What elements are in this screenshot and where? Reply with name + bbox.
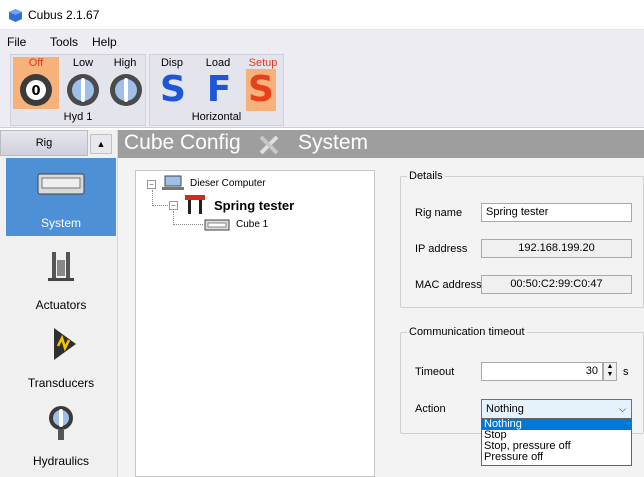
- timeout-unit: s: [623, 366, 629, 378]
- load-label: Load: [205, 57, 231, 69]
- timeout-stepper[interactable]: ▲ ▼: [603, 362, 617, 381]
- cube-icon: [9, 9, 22, 22]
- collapse-rig-icon[interactable]: −: [169, 201, 178, 210]
- computer-icon: [162, 175, 184, 190]
- menu-tools[interactable]: Tools: [50, 35, 78, 49]
- high-label: High: [113, 57, 137, 69]
- tools-icon: [259, 135, 279, 155]
- option-pressure-off[interactable]: Pressure off: [482, 452, 631, 463]
- low-label: Low: [72, 57, 94, 69]
- page-header: Cube Config System: [118, 130, 644, 158]
- ip-address-field: 192.168.199.20: [481, 239, 632, 258]
- nav-item-actuators[interactable]: Actuators: [6, 240, 116, 318]
- tree-connector: [173, 211, 203, 225]
- timeout-input[interactable]: 30: [481, 362, 603, 381]
- setup-label: Setup: [248, 57, 278, 69]
- details-legend: Details: [409, 170, 443, 182]
- load-mode-button[interactable]: F: [204, 69, 234, 111]
- window-title: Cubus 2.1.67: [28, 8, 100, 22]
- collapse-arrow-icon[interactable]: ▲: [90, 134, 112, 154]
- toolbar: Off Low High 0 Hyd 1 Disp Load Setup S F…: [0, 52, 644, 128]
- collapse-root-icon[interactable]: −: [147, 180, 156, 189]
- hyd-high-knob-icon[interactable]: [109, 73, 143, 107]
- tree-node-computer[interactable]: Dieser Computer: [190, 178, 266, 189]
- nav-item-hydraulics[interactable]: Hydraulics: [6, 396, 116, 474]
- section-title: System: [298, 131, 369, 154]
- action-label: Action: [415, 403, 446, 415]
- setup-mode-button[interactable]: S: [246, 69, 276, 111]
- hyd-low-knob-icon[interactable]: [66, 73, 100, 107]
- rig-tree: − Dieser Computer − Spring tester Cube 1: [135, 170, 375, 477]
- tree-node-cube[interactable]: Cube 1: [236, 219, 268, 230]
- nav-label-actuators: Actuators: [35, 298, 87, 312]
- tree-node-rig[interactable]: Spring tester: [214, 198, 294, 213]
- menu-bar: File Tools Help: [0, 30, 644, 52]
- nav-label-hydraulics: Hydraulics: [32, 454, 89, 468]
- actuator-icon: [48, 252, 74, 281]
- nav-label-system: System: [40, 216, 81, 230]
- cube-device-icon: [204, 219, 230, 231]
- ip-address-label: IP address: [415, 243, 468, 255]
- off-label: Off: [28, 57, 44, 69]
- hyd-group: Off Low High 0 Hyd 1: [10, 54, 146, 126]
- transducer-icon: [54, 328, 76, 360]
- nav-item-system[interactable]: System: [6, 158, 116, 236]
- action-select-value: Nothing: [486, 403, 524, 415]
- comm-timeout-legend: Communication timeout: [409, 326, 525, 338]
- disp-label: Disp: [160, 57, 183, 69]
- menu-file[interactable]: File: [7, 35, 26, 49]
- hydraulics-icon: [49, 406, 73, 440]
- rig-button[interactable]: Rig: [0, 130, 88, 156]
- tree-connector: [152, 190, 170, 206]
- page-title: Cube Config: [124, 131, 241, 154]
- disp-mode-button[interactable]: S: [158, 69, 188, 111]
- controller-icon: [37, 173, 85, 195]
- title-bar: Cubus 2.1.67: [0, 0, 644, 30]
- nav-label-transducers: Transducers: [27, 376, 95, 390]
- mac-address-label: MAC address: [415, 279, 482, 291]
- svg-text:0: 0: [31, 84, 40, 99]
- hyd-off-knob-icon[interactable]: 0: [19, 73, 53, 107]
- nav-item-transducers[interactable]: Transducers: [6, 318, 116, 396]
- action-dropdown-list: Nothing Stop Stop, pressure off Pressure…: [481, 418, 632, 466]
- chevron-down-icon: ⌵: [619, 404, 626, 414]
- rig-name-label: Rig name: [415, 207, 463, 219]
- rig-name-field[interactable]: Spring tester: [481, 203, 632, 222]
- mac-address-field: 00:50:C2:99:C0:47: [481, 275, 632, 294]
- action-select[interactable]: Nothing ⌵: [481, 399, 632, 419]
- timeout-label: Timeout: [415, 366, 455, 378]
- horizontal-group: Disp Load Setup S F S Horizontal: [149, 54, 284, 126]
- menu-help[interactable]: Help: [92, 35, 117, 49]
- horizontal-group-name: Horizontal: [191, 111, 242, 123]
- hyd-group-name: Hyd 1: [63, 111, 93, 123]
